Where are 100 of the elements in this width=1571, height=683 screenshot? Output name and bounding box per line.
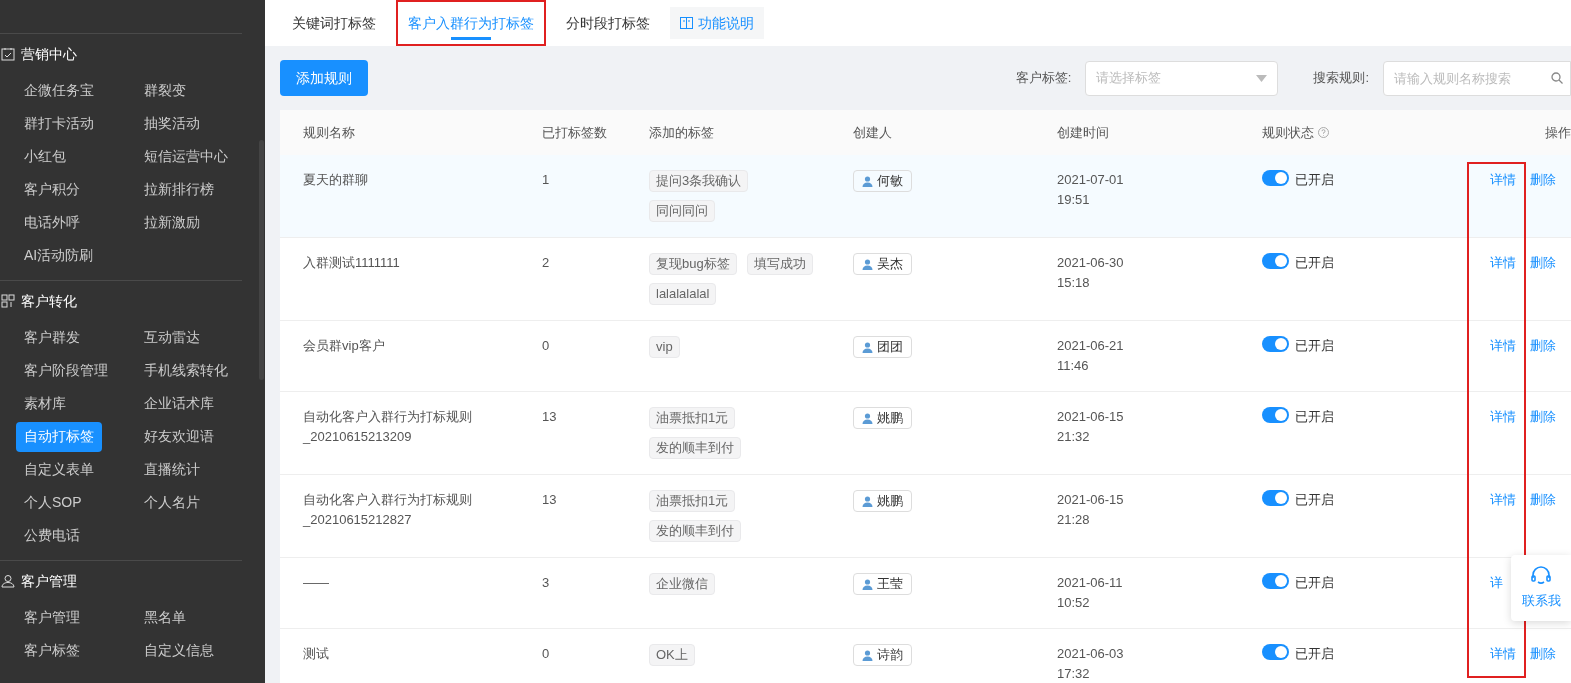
section-title: 客户转化 — [21, 291, 77, 311]
created-date: 2021-06-15 — [1057, 491, 1125, 509]
tag-count: 0 — [542, 646, 550, 661]
nav-item[interactable]: 直播统计 — [136, 454, 208, 485]
nav-item[interactable]: 客户管理 — [16, 602, 88, 633]
nav-item[interactable]: 公费电话 — [16, 520, 88, 551]
rule-name: 夏天的群聊 — [303, 171, 369, 189]
status-text: 已开启 — [1295, 645, 1334, 663]
created-time: 21:32 — [1057, 428, 1091, 446]
nav-item[interactable]: 群裂变 — [136, 75, 194, 106]
calendar-icon — [1, 47, 15, 61]
nav-item[interactable]: 黑名单 — [136, 602, 194, 633]
status-text: 已开启 — [1295, 337, 1334, 355]
nav-item[interactable]: 客户标签 — [16, 635, 88, 666]
nav-item[interactable]: 素材库 — [16, 388, 74, 419]
created-time: 15:18 — [1057, 274, 1091, 292]
nav-item[interactable]: 电话外呼 — [16, 207, 88, 238]
created-time: 19:51 — [1057, 191, 1091, 209]
column-header: 创建时间 — [1057, 123, 1109, 142]
help-icon — [1318, 127, 1329, 138]
rule-name: —— — [303, 574, 330, 592]
tag-chip: OK上 — [649, 644, 695, 666]
tag-count: 13 — [542, 492, 557, 507]
tag-chip: 油票抵扣1元 — [649, 407, 736, 429]
section-title: 客户管理 — [21, 571, 77, 591]
created-date: 2021-06-11 — [1057, 574, 1124, 592]
status-text: 已开启 — [1295, 408, 1334, 426]
nav-item[interactable]: 企业话术库 — [136, 388, 222, 419]
nav-item[interactable]: AI活动防刷 — [16, 240, 102, 271]
user-icon — [862, 649, 873, 661]
search-icon — [1551, 71, 1563, 84]
created-date: 2021-06-15 — [1057, 408, 1125, 426]
column-header: 操作 — [1545, 123, 1571, 142]
creator-chip: 吴杰 — [853, 253, 912, 275]
tab[interactable]: 关键词打标签 — [280, 0, 388, 46]
tag-chip: 油票抵扣1元 — [649, 490, 736, 512]
tag-chip: 提问3条我确认 — [649, 170, 749, 192]
status-text: 已开启 — [1295, 254, 1334, 272]
nav-item[interactable]: 客户积分 — [16, 174, 88, 205]
creator-chip: 诗韵 — [853, 644, 912, 666]
column-header: 已打标签数 — [542, 123, 607, 142]
nav-item[interactable]: 自定义信息 — [136, 635, 222, 666]
created-time: 11:46 — [1057, 357, 1090, 375]
nav-item[interactable]: 拉新激励 — [136, 207, 208, 238]
status-switch[interactable] — [1262, 407, 1289, 423]
nav-item[interactable]: 抽奖活动 — [136, 108, 208, 139]
column-header: 创建人 — [853, 123, 892, 142]
created-date: 2021-07-01 — [1057, 171, 1125, 189]
creator-chip: 何敏 — [853, 170, 912, 192]
tag-count: 3 — [542, 575, 550, 590]
tag-chip: 复现bug标签 — [649, 253, 737, 275]
nav-item[interactable]: 群打卡活动 — [16, 108, 102, 139]
status-switch[interactable] — [1262, 336, 1289, 352]
caret-icon — [1256, 74, 1268, 82]
filter-label: 搜索规则: — [1313, 69, 1369, 88]
tag-chip: lalalalalal — [649, 283, 717, 305]
user-icon — [1, 574, 15, 588]
nav-item[interactable]: 个人名片 — [136, 487, 208, 518]
rule-name: 自动化客户入群行为打标规则_20210615212827 — [303, 491, 473, 529]
created-date: 2021-06-21 — [1057, 337, 1125, 355]
book-icon — [680, 17, 693, 29]
status-switch[interactable] — [1262, 644, 1289, 660]
filter-label: 客户标签: — [1015, 69, 1072, 88]
tag-chip: 企业微信 — [649, 573, 715, 595]
tab-indicator — [451, 37, 491, 40]
nav-item[interactable]: 小红包 — [16, 141, 74, 172]
rule-name: 会员群vip客户 — [303, 337, 386, 355]
tag-count: 13 — [542, 409, 557, 424]
nav-item[interactable]: 客户群发 — [16, 322, 88, 353]
nav-item[interactable]: 互动雷达 — [136, 322, 208, 353]
contact-label: 联系我 — [1521, 592, 1561, 611]
creator-chip: 王莹 — [853, 573, 912, 595]
tag-count: 1 — [542, 172, 550, 187]
tag-chip: vip — [649, 336, 680, 358]
status-switch[interactable] — [1262, 170, 1289, 186]
nav-item[interactable]: 手机线索转化 — [136, 355, 236, 386]
nav-item[interactable]: 企微任务宝 — [16, 75, 102, 106]
tab[interactable]: 分时段打标签 — [554, 0, 662, 46]
status-text: 已开启 — [1295, 171, 1334, 189]
section-title: 营销中心 — [21, 44, 77, 64]
status-switch[interactable] — [1262, 573, 1289, 589]
tag-count: 2 — [542, 255, 550, 270]
nav-item[interactable]: 拉新排行榜 — [136, 174, 222, 205]
created-time: 10:52 — [1057, 594, 1091, 612]
creator-chip: 团团 — [853, 336, 912, 358]
nav-item[interactable]: 个人SOP — [16, 487, 90, 518]
user-icon — [862, 341, 873, 353]
nav-item[interactable]: 好友欢迎语 — [136, 421, 222, 452]
user-icon — [862, 175, 873, 187]
status-switch[interactable] — [1262, 490, 1289, 506]
nav-item[interactable]: 客户阶段管理 — [16, 355, 116, 386]
rule-name: 入群测试1111111 — [303, 254, 401, 272]
status-text: 已开启 — [1295, 574, 1334, 592]
tag-chip: 同问同问 — [649, 200, 715, 222]
status-switch[interactable] — [1262, 253, 1289, 269]
created-time: 21:28 — [1057, 511, 1091, 529]
search-field[interactable]: 请输入规则名称搜索 — [1383, 60, 1571, 96]
nav-item[interactable]: 自定义表单 — [16, 454, 102, 485]
nav-item[interactable]: 短信运营中心 — [136, 141, 236, 172]
status-text: 已开启 — [1295, 491, 1334, 509]
